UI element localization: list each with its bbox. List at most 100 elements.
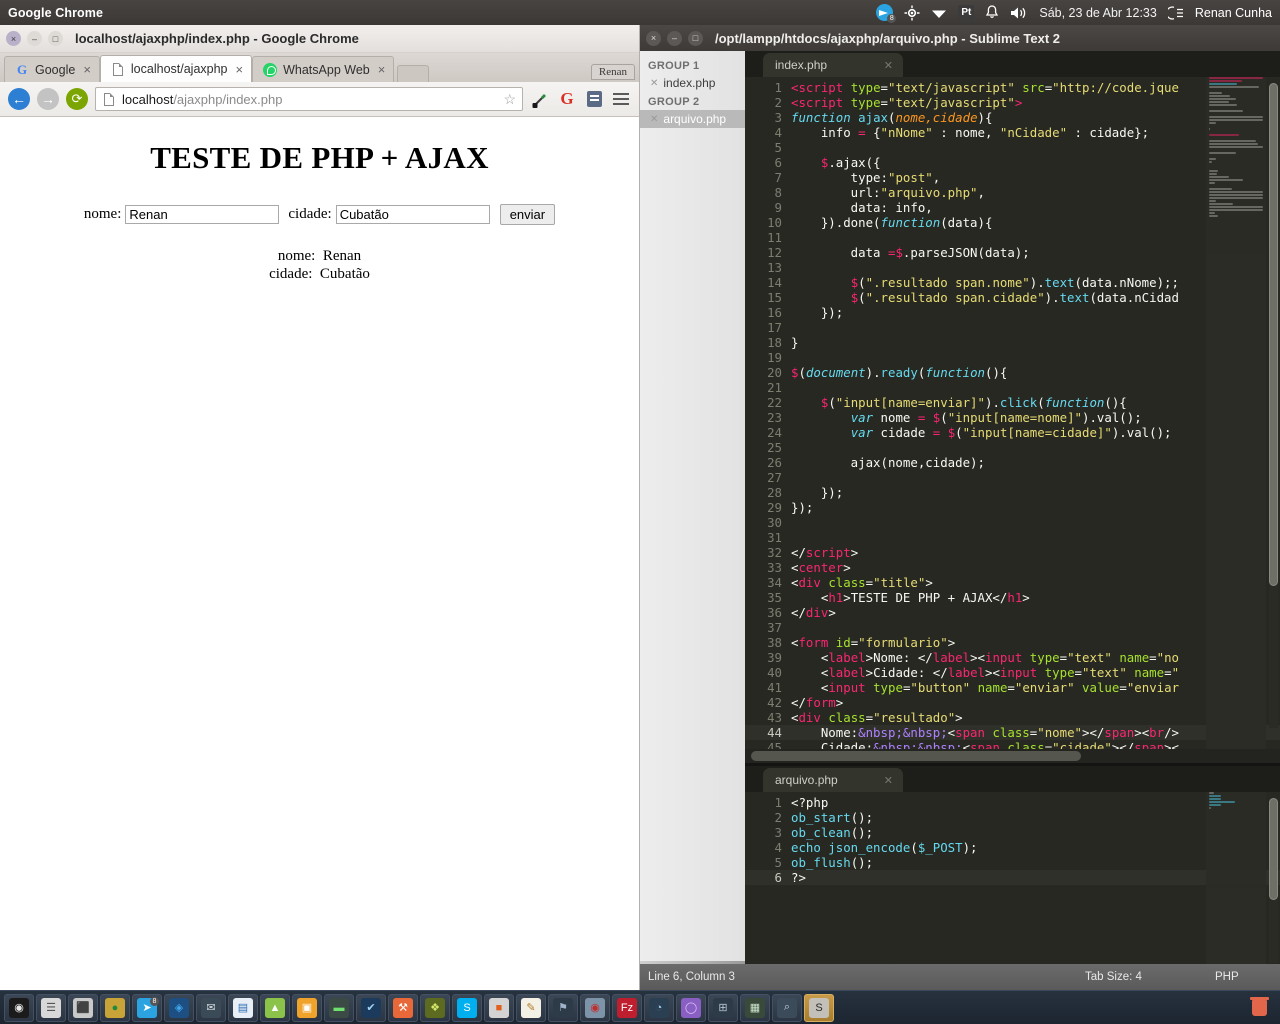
hamburger-menu-icon[interactable]	[611, 89, 631, 109]
sublime-minimize-button[interactable]: –	[667, 30, 682, 46]
code-line: 14 $(".resultado span.nome").text(data.n…	[745, 275, 1280, 290]
code-line: 35 <h1>TESTE DE PHP + AJAX</h1>	[745, 590, 1280, 605]
code-editor-arquivo-php[interactable]: 1 <?php 2 ob_start(); 3 ob_clean(); 4 echo json…	[745, 792, 1280, 964]
notifications-bell-icon[interactable]	[985, 5, 999, 20]
sublime-close-button[interactable]: ×	[646, 30, 661, 46]
code-line: 3 ob_clean();	[745, 825, 1280, 840]
extension-icon[interactable]	[584, 89, 604, 109]
close-icon[interactable]: ✕	[650, 114, 658, 125]
taskbar-item-thunderbird[interactable]: ✉	[196, 993, 226, 1022]
chrome-maximize-button[interactable]: □	[48, 31, 63, 46]
enviar-button[interactable]: enviar	[499, 204, 556, 225]
taskbar-item-calculator[interactable]: ▦	[740, 993, 770, 1022]
sidebar-file-index-php[interactable]: ✕ index.php	[640, 74, 745, 92]
taskbar-item-terminal[interactable]: ⬛	[68, 993, 98, 1022]
sublime-maximize-button[interactable]: □	[688, 30, 703, 46]
taskbar-item-usb-device[interactable]: ■	[484, 993, 514, 1022]
editor-tab-index-php[interactable]: index.php ✕	[763, 53, 903, 77]
code-line: 17	[745, 320, 1280, 335]
username-label[interactable]: Renan Cunha	[1195, 6, 1272, 20]
eyedropper-icon[interactable]	[530, 89, 550, 109]
line-number: 7	[774, 170, 782, 185]
horizontal-scrollbar[interactable]	[745, 749, 1280, 763]
taskbar-item-battery-monitor[interactable]: ▬	[324, 993, 354, 1022]
minimap-line	[1209, 215, 1219, 217]
taskbar-item-window-manager[interactable]: ⊞	[708, 993, 738, 1022]
code-line: 25	[745, 440, 1280, 455]
taskbar-item-visual-studio-code[interactable]: ◈	[164, 993, 194, 1022]
new-tab-button[interactable]	[397, 65, 430, 82]
taskbar-item-google-chrome[interactable]: ●	[100, 993, 130, 1022]
code-line: 41 <input type="button" name="enviar" va…	[745, 680, 1280, 695]
tab-close-icon[interactable]: ×	[236, 62, 244, 77]
minimap-line	[1209, 792, 1215, 794]
location-icon[interactable]	[904, 5, 920, 21]
nome-input[interactable]	[125, 205, 280, 224]
tab-close-icon[interactable]: ×	[83, 62, 91, 77]
scrollbar-thumb[interactable]	[1269, 83, 1278, 587]
tab-localhost-ajaxphp[interactable]: localhost/ajaxphp ×	[99, 55, 253, 82]
code-line: 3 function ajax(nome,cidade){	[745, 110, 1280, 125]
taskbar-item-file-manager[interactable]: ☰	[36, 993, 66, 1022]
taskbar-item-android-studio[interactable]: ▲	[260, 993, 290, 1022]
taskbar-item-text-editor[interactable]: ✎	[516, 993, 546, 1022]
reload-button[interactable]: ⟳	[66, 88, 88, 110]
chrome-minimize-button[interactable]: –	[27, 31, 42, 46]
tab-close-icon[interactable]: ×	[378, 62, 386, 77]
chrome-close-button[interactable]: ×	[6, 31, 21, 46]
line-number: 24	[767, 425, 782, 440]
scrollbar-thumb[interactable]	[751, 751, 1081, 761]
taskbar-item-filezilla[interactable]: Fz	[612, 993, 642, 1022]
taskbar-item-toolbox[interactable]: ⚒	[388, 993, 418, 1022]
taskbar-item-telegram[interactable]: ➤ 8	[132, 993, 162, 1022]
tab-close-icon[interactable]: ✕	[884, 59, 893, 72]
cidade-input[interactable]	[335, 205, 490, 224]
minimap[interactable]	[1206, 77, 1266, 749]
scrollbar-thumb[interactable]	[1269, 798, 1278, 901]
taskbar-item-audio-recorder[interactable]: ⚑	[548, 993, 578, 1022]
code-editor-index-php[interactable]: 1 <script type="text/javascript" src="htt…	[745, 77, 1280, 749]
vertical-scrollbar[interactable]	[1269, 83, 1278, 729]
tab-size-label[interactable]: Tab Size: 4	[1085, 971, 1142, 983]
bookmark-star-icon[interactable]: ☆	[503, 91, 516, 108]
minimap-line	[1209, 795, 1221, 797]
sidebar-file-arquivo-php[interactable]: ✕ arquivo.php	[640, 110, 745, 128]
address-bar[interactable]: localhost/ajaxphp/index.php ☆	[95, 87, 523, 111]
tab-close-icon[interactable]: ✕	[884, 774, 893, 787]
taskbar-item-brasero-burner[interactable]: ◉	[580, 993, 610, 1022]
wifi-icon[interactable]	[931, 6, 947, 20]
taskbar-item-search-tool[interactable]: ⌕	[772, 993, 802, 1022]
taskbar-item-steam[interactable]: ✔	[356, 993, 386, 1022]
taskbar-item-wine-app[interactable]: ◔	[644, 993, 674, 1022]
vertical-scrollbar[interactable]	[1269, 798, 1278, 964]
taskbar-item-disc-utility[interactable]: ◯	[676, 993, 706, 1022]
close-icon[interactable]: ✕	[650, 78, 658, 89]
web-page-content: TESTE DE PHP + AJAX nome: cidade: enviar…	[0, 118, 639, 990]
sublime-text-icon: S	[809, 997, 829, 1018]
line-number: 23	[767, 410, 782, 425]
language-mode[interactable]: PHP	[1215, 971, 1239, 983]
editor-tab-arquivo-php[interactable]: arquivo.php ✕	[763, 768, 903, 792]
forward-button[interactable]: →	[37, 88, 59, 110]
minimap-line	[1209, 191, 1263, 193]
taskbar-item-virtualbox[interactable]: ❖	[420, 993, 450, 1022]
minimap[interactable]	[1206, 792, 1266, 964]
volume-icon[interactable]	[1010, 6, 1028, 20]
session-menu-icon[interactable]	[1167, 5, 1184, 20]
google-plus-icon[interactable]: G	[557, 89, 577, 109]
clock[interactable]: Sáb, 23 de Abr 12:33	[1039, 6, 1156, 20]
taskbar-item-sublime-text[interactable]: S	[804, 993, 834, 1022]
taskbar-item-skype[interactable]: S	[452, 993, 482, 1022]
taskbar-item-libreoffice-writer[interactable]: ▤	[228, 993, 258, 1022]
taskbar-item-unity-dash[interactable]: ◉	[4, 993, 34, 1022]
tab-google[interactable]: G Google ×	[4, 56, 100, 82]
line-number: 33	[767, 560, 782, 575]
taskbar-item-file-archive[interactable]: ▣	[292, 993, 322, 1022]
back-button[interactable]: ←	[8, 88, 30, 110]
steam-icon: ✔	[361, 997, 381, 1018]
tab-whatsapp-web[interactable]: WhatsApp Web ×	[252, 56, 395, 82]
telegram-tray-icon[interactable]: 8	[876, 4, 897, 23]
trash-icon[interactable]	[1244, 994, 1274, 1022]
profile-chip[interactable]: Renan	[590, 64, 635, 80]
keyboard-layout-indicator[interactable]: Pt	[958, 4, 975, 21]
